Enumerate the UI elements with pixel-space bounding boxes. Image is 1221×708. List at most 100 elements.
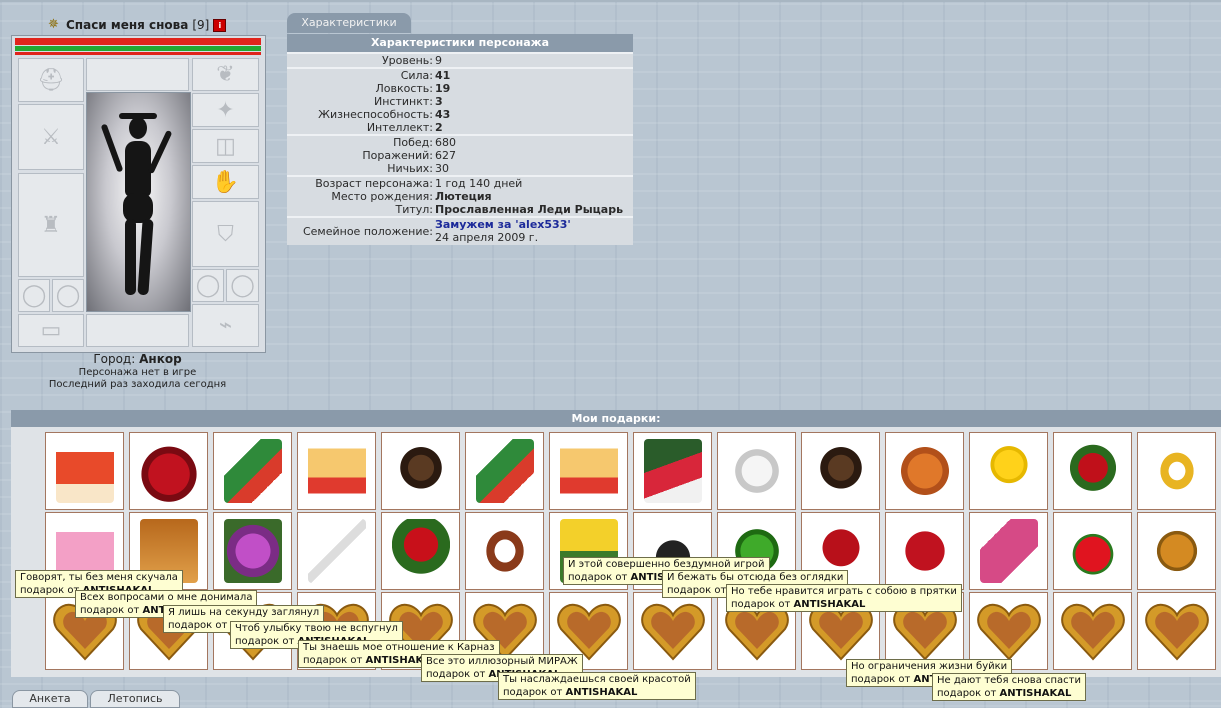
gift-cell[interactable] — [1053, 512, 1132, 590]
ring-slot-4[interactable]: ◯ — [226, 269, 259, 302]
belt-slot[interactable]: ▭ — [18, 314, 84, 347]
gift-cell[interactable] — [465, 512, 544, 590]
gift-cell[interactable] — [801, 432, 880, 510]
bracers-slot[interactable]: ◫ — [192, 129, 259, 163]
gift-cell[interactable] — [1053, 592, 1132, 670]
gift-cell[interactable] — [297, 512, 376, 590]
gift-strawberry-icon — [1064, 519, 1122, 583]
equipment-panel: ⛑ ❦ ✦ ⚔ ◫ ✋ ♜ ⛉ ◯ ◯ ◯ ◯ ▭ ⌁ — [11, 35, 266, 353]
gift-cell[interactable] — [1053, 432, 1132, 510]
stat-row: Уровень: 9 — [287, 54, 633, 67]
gift-cell[interactable] — [885, 512, 964, 590]
stat-row-marital: Семейное положение: Замужем за 'alex533'… — [287, 218, 633, 245]
tooltip-message: Ты наслаждаешься своей красотой — [503, 674, 691, 685]
tooltip-message: И бежать бы отсюда без оглядки — [667, 572, 844, 583]
gift-card-pinup-icon — [308, 439, 366, 503]
gift-roses-heart-icon — [896, 519, 954, 583]
boots-slot[interactable]: ⌁ — [192, 304, 259, 347]
gift-cell[interactable] — [969, 432, 1048, 510]
ring-icon: ◯ — [21, 283, 47, 308]
gift-card-pinup-icon — [560, 439, 618, 503]
top-divider — [0, 0, 1221, 2]
spouse-link[interactable]: Замужем за 'alex533' — [435, 218, 633, 231]
stat-label: Уровень: — [381, 54, 433, 67]
gift-cell[interactable] — [969, 512, 1048, 590]
gift-cell[interactable] — [1137, 432, 1216, 510]
ring-slot-1[interactable]: ◯ — [18, 279, 50, 312]
avatar-arm-right — [147, 129, 173, 175]
tooltip-sender: ANTISHAKAL — [565, 687, 638, 698]
character-header: ✵ Спаси меня снова [9] i — [48, 16, 248, 34]
stat-value: Замужем за 'alex533' 24 апреля 2009 г. — [435, 218, 633, 245]
gift-cell[interactable] — [633, 592, 712, 670]
gift-heart-frame-icon — [557, 603, 621, 661]
earrings-slot[interactable]: ❦ — [192, 58, 259, 91]
gift-cell[interactable] — [381, 432, 460, 510]
city-label: Город: — [93, 352, 136, 366]
tooltip-from: подарок от — [235, 636, 295, 647]
character-name[interactable]: Спаси меня снова — [66, 18, 188, 32]
helmet-slot[interactable]: ⛑ — [18, 58, 84, 102]
shield-icon: ⛉ — [217, 221, 234, 247]
armor-slot[interactable]: ♜ — [18, 173, 84, 277]
stat-label: Поражений: — [362, 149, 433, 162]
gift-heart-strawberry-icon — [140, 439, 198, 503]
stat-row: Ловкость: 19 — [287, 82, 633, 95]
gift-cell[interactable] — [129, 432, 208, 510]
shield-slot[interactable]: ⛉ — [192, 201, 259, 267]
helmet-icon: ⛑ — [37, 67, 65, 93]
amulet-slot[interactable]: ✦ — [192, 93, 259, 127]
armor-icon: ♜ — [41, 212, 61, 238]
gloves-slot[interactable]: ✋ — [192, 165, 259, 199]
avatar-torso — [125, 141, 151, 197]
stat-row: Ничьих: 30 — [287, 162, 633, 175]
stat-label: Инстинкт: — [374, 95, 433, 108]
ring-slot-2[interactable]: ◯ — [52, 279, 84, 312]
stats-group: Уровень: 9 — [287, 52, 633, 67]
tab-profile[interactable]: Анкета — [12, 690, 88, 708]
gift-bracelet-icon — [476, 519, 534, 583]
tooltip-from: подарок от — [667, 585, 727, 596]
gift-cell[interactable] — [381, 512, 460, 590]
gift-cell[interactable] — [1137, 592, 1216, 670]
health-bar-bottom — [15, 52, 261, 55]
gift-cell[interactable] — [45, 432, 124, 510]
tooltip-from: подарок от — [731, 599, 791, 610]
boots-icon: ⌁ — [218, 313, 233, 338]
gift-heart-frame-icon — [641, 603, 705, 661]
stat-value: Лютеция — [435, 190, 492, 203]
tooltip-from: подарок от — [568, 572, 628, 583]
ring-slot-3[interactable]: ◯ — [192, 269, 224, 302]
gift-flower-violet-icon — [224, 519, 282, 583]
stat-value: 41 — [435, 69, 451, 82]
gift-cell[interactable] — [549, 432, 628, 510]
empty-top-slot[interactable] — [86, 58, 189, 91]
gift-tooltip: Ты наслаждаешься своей красотой подарок о… — [498, 672, 696, 700]
tab-chronicle[interactable]: Летопись — [90, 690, 180, 708]
stat-label: Место рождения: — [331, 190, 433, 203]
gift-cell[interactable] — [717, 432, 796, 510]
gift-cell[interactable] — [633, 432, 712, 510]
gift-angel-statue-icon — [728, 439, 786, 503]
stat-label: Жизнеспособность: — [318, 108, 433, 121]
star-icon: ✵ — [48, 17, 59, 32]
gift-cell[interactable] — [885, 432, 964, 510]
gift-cell[interactable] — [297, 432, 376, 510]
last-visit: Последний раз заходила сегодня — [48, 379, 227, 390]
info-icon[interactable]: i — [213, 18, 227, 32]
tab-characteristics[interactable]: Характеристики — [287, 13, 411, 33]
weapon-slot[interactable]: ⚔ — [18, 104, 84, 170]
gift-cell[interactable] — [213, 512, 292, 590]
stat-label: Возраст персонажа: — [315, 177, 433, 190]
gift-cell[interactable] — [465, 432, 544, 510]
stat-row: Возраст персонажа: 1 год 140 дней — [287, 177, 633, 190]
empty-bottom-slot[interactable] — [86, 314, 189, 347]
health-bar — [15, 38, 261, 45]
stat-value: 9 — [435, 54, 442, 67]
gift-roses-red-icon — [392, 519, 450, 583]
gift-cell[interactable] — [1137, 512, 1216, 590]
stats-table: Характеристики персонажа Уровень: 9 Сила: 4… — [287, 34, 633, 245]
avatar-leg-left — [125, 219, 136, 295]
gift-cell[interactable] — [213, 432, 292, 510]
tooltip-message: Ты знаешь мое отношение к Карназ — [303, 642, 495, 653]
